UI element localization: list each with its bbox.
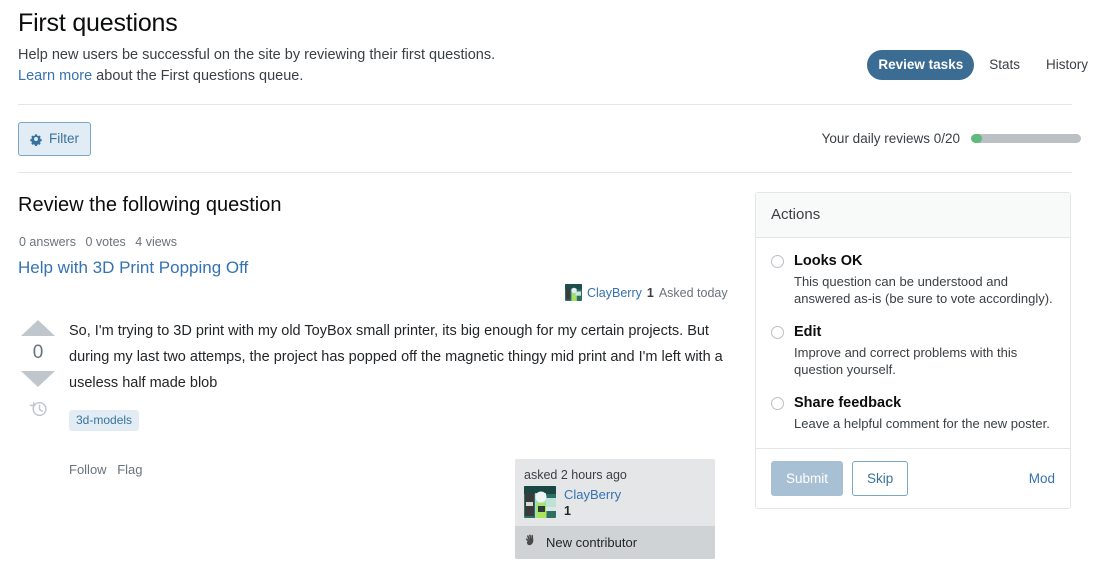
toolbar-divider — [18, 172, 1072, 173]
action-option-looks-ok[interactable]: Looks OK This question can be understood… — [771, 251, 1055, 307]
follow-link[interactable]: Follow — [69, 462, 107, 477]
skip-button[interactable]: Skip — [852, 461, 909, 496]
question-stats: 0 answers 0 votes 4 views — [19, 234, 183, 250]
downvote-arrow-icon[interactable] — [21, 371, 55, 387]
nav-pills: Review tasks Stats History — [867, 50, 1099, 80]
action-option-share-feedback[interactable]: Share feedback Leave a helpful comment f… — [771, 393, 1055, 432]
daily-reviews-progress — [971, 134, 1081, 143]
filter-button-label: Filter — [49, 131, 79, 146]
daily-reviews-label: Your daily reviews 0/20 — [821, 131, 960, 146]
vote-count: 0 — [32, 342, 44, 363]
avatar — [524, 486, 556, 518]
user-card-reputation: 1 — [564, 504, 571, 518]
actions-options: Looks OK This question can be understood… — [756, 238, 1070, 448]
tag-3d-models[interactable]: 3d-models — [69, 410, 140, 431]
post-actions: Follow Flag — [69, 461, 150, 478]
user-hover-card: asked 2 hours ago ClayBerry 1 New contri… — [515, 459, 715, 559]
daily-reviews-progress-fill — [971, 134, 982, 143]
waving-hand-icon — [524, 533, 540, 552]
review-heading: Review the following question — [18, 194, 282, 216]
action-option-text: Looks OK This question can be understood… — [794, 251, 1055, 307]
user-card-name-block: ClayBerry 1 — [564, 486, 621, 519]
stat-views: 4 views — [135, 235, 177, 249]
learn-more-link[interactable]: Learn more — [18, 68, 92, 84]
learn-more-rest: about the First questions queue. — [92, 68, 304, 84]
filter-button[interactable]: Filter — [18, 122, 91, 156]
tab-history[interactable]: History — [1035, 50, 1099, 80]
actions-panel-footer: Submit Skip Mod — [756, 448, 1070, 508]
new-contributor-badge: New contributor — [515, 526, 715, 559]
radio-looks-ok[interactable] — [771, 255, 784, 268]
byline-asked: Asked today — [658, 285, 728, 300]
user-card-identity: ClayBerry 1 — [524, 486, 706, 519]
action-title-share-feedback[interactable]: Share feedback — [794, 393, 1055, 413]
action-title-looks-ok[interactable]: Looks OK — [794, 251, 1055, 271]
question-byline: ClayBerry 1 Asked today — [565, 284, 728, 301]
avatar — [565, 284, 582, 301]
new-contributor-label: New contributor — [546, 535, 638, 550]
user-card-username[interactable]: ClayBerry — [564, 486, 621, 503]
action-desc-edit: Improve and correct problems with this q… — [794, 345, 1018, 377]
tab-review-tasks[interactable]: Review tasks — [867, 50, 975, 80]
vote-controls: 0 — [21, 320, 55, 418]
post-history-icon[interactable] — [21, 399, 55, 418]
action-desc-looks-ok: This question can be understood and answ… — [794, 274, 1053, 306]
stat-answers: 0 answers — [19, 235, 76, 249]
radio-edit[interactable] — [771, 326, 784, 339]
mod-link[interactable]: Mod — [1029, 471, 1055, 486]
action-title-edit[interactable]: Edit — [794, 322, 1055, 342]
review-queue-page: First questions Help new users be succes… — [0, 0, 1099, 574]
question-body: So, I'm trying to 3D print with my old T… — [69, 323, 723, 391]
radio-share-feedback[interactable] — [771, 397, 784, 410]
upvote-arrow-icon[interactable] — [21, 320, 55, 336]
actions-panel-title: Actions — [756, 193, 1070, 238]
action-option-text: Edit Improve and correct problems with t… — [794, 322, 1055, 378]
byline-reputation: 1 — [646, 285, 654, 300]
action-option-edit[interactable]: Edit Improve and correct problems with t… — [771, 322, 1055, 378]
tab-stats[interactable]: Stats — [978, 50, 1031, 80]
user-card-asked-time: asked 2 hours ago — [524, 468, 627, 482]
user-card-top: asked 2 hours ago ClayBerry 1 — [515, 459, 715, 526]
flag-link[interactable]: Flag — [117, 462, 142, 477]
gear-icon — [29, 132, 43, 146]
page-title: First questions — [18, 9, 178, 37]
submit-button[interactable]: Submit — [771, 461, 844, 496]
header-divider — [18, 104, 1072, 105]
action-desc-share-feedback: Leave a helpful comment for the new post… — [794, 416, 1050, 431]
actions-panel: Actions Looks OK This question can be un… — [755, 192, 1071, 509]
stat-votes: 0 votes — [85, 235, 126, 249]
byline-username[interactable]: ClayBerry — [587, 285, 642, 301]
daily-reviews: Your daily reviews 0/20 — [822, 131, 1081, 146]
question-title-link[interactable]: Help with 3D Print Popping Off — [18, 257, 248, 279]
action-option-text: Share feedback Leave a helpful comment f… — [794, 393, 1055, 432]
